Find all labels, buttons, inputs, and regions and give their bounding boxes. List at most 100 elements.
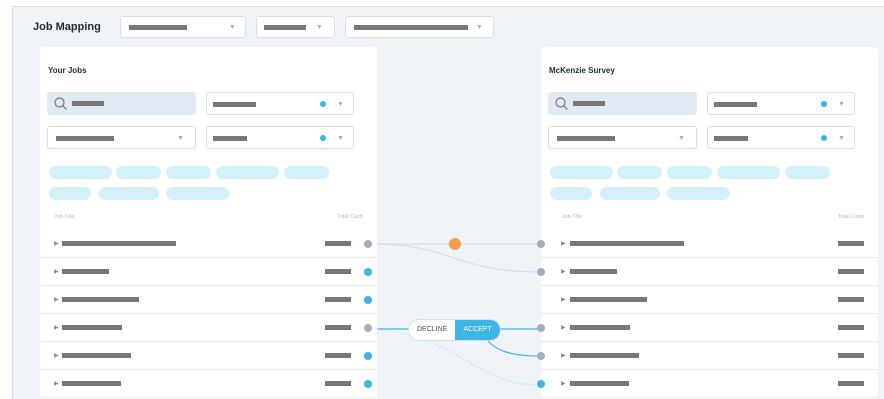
caret-right-icon[interactable]: ▶ bbox=[54, 352, 59, 359]
redacted-text bbox=[570, 297, 647, 302]
search-input[interactable] bbox=[47, 92, 196, 115]
status-dot bbox=[821, 101, 827, 107]
redacted-text bbox=[838, 353, 864, 358]
filter-chip[interactable] bbox=[216, 166, 279, 179]
caret-right-icon[interactable]: ▶ bbox=[561, 296, 566, 303]
filter-chip[interactable] bbox=[99, 187, 159, 200]
chevron-down-icon: ▼ bbox=[337, 135, 344, 142]
redacted-text bbox=[325, 241, 351, 246]
filter-chip[interactable] bbox=[116, 166, 161, 179]
table-row[interactable]: ▶ bbox=[541, 342, 878, 370]
filter-chip[interactable] bbox=[49, 166, 112, 179]
column-header-job-title[interactable]: Job Title bbox=[562, 214, 582, 220]
redacted-text bbox=[570, 241, 684, 246]
search-input[interactable] bbox=[548, 92, 697, 115]
filter-select[interactable]: ▼ bbox=[707, 92, 855, 115]
filter-chip[interactable] bbox=[166, 166, 211, 179]
row-connector-node[interactable] bbox=[364, 296, 372, 304]
filter-chip[interactable] bbox=[717, 166, 780, 179]
mckenzie-survey-panel: McKenzie Survey ▼ ▼ ▼ Job Title Total Ca… bbox=[537, 47, 878, 399]
redacted-text bbox=[570, 353, 639, 358]
filter-chip[interactable] bbox=[667, 187, 730, 200]
table-row[interactable]: ▶ bbox=[541, 286, 878, 314]
redacted-text bbox=[570, 269, 617, 274]
filter-select[interactable]: ▼ bbox=[206, 92, 354, 115]
table-row[interactable]: ▶ bbox=[40, 370, 377, 398]
redacted-text bbox=[213, 102, 256, 107]
column-header-total-cash[interactable]: Total Cash bbox=[337, 214, 363, 220]
redacted-text bbox=[714, 136, 748, 141]
row-connector-node[interactable] bbox=[364, 240, 372, 248]
redacted-text bbox=[838, 325, 864, 330]
chevron-down-icon: ▼ bbox=[337, 101, 344, 108]
search-icon bbox=[54, 97, 67, 110]
table-row[interactable]: ▶ bbox=[541, 314, 878, 342]
row-connector-node[interactable] bbox=[364, 268, 372, 276]
filter-chip[interactable] bbox=[550, 187, 592, 200]
caret-right-icon[interactable]: ▶ bbox=[54, 240, 59, 247]
search-icon bbox=[555, 97, 568, 110]
redacted-text bbox=[62, 241, 176, 246]
status-dot bbox=[821, 135, 827, 141]
decline-button[interactable]: DECLINE bbox=[409, 320, 456, 340]
redacted-text bbox=[838, 381, 864, 386]
filter-chip[interactable] bbox=[284, 166, 329, 179]
column-header-job-title[interactable]: Job Title bbox=[54, 214, 74, 220]
caret-right-icon[interactable]: ▶ bbox=[561, 324, 566, 331]
table-row[interactable]: ▶ bbox=[541, 370, 878, 398]
caret-right-icon[interactable]: ▶ bbox=[561, 380, 566, 387]
caret-right-icon[interactable]: ▶ bbox=[561, 240, 566, 247]
panel-title: Your Jobs bbox=[48, 66, 87, 75]
redacted-text bbox=[838, 241, 864, 246]
redacted-text bbox=[714, 102, 757, 107]
caret-right-icon[interactable]: ▶ bbox=[54, 324, 59, 331]
status-dot bbox=[320, 135, 326, 141]
status-dot bbox=[320, 101, 326, 107]
column-header-total-cash[interactable]: Total Cash bbox=[838, 214, 864, 220]
row-connector-node[interactable] bbox=[537, 324, 545, 332]
table-row[interactable]: ▶ bbox=[40, 314, 377, 342]
redacted-text bbox=[325, 297, 351, 302]
filter-select[interactable]: ▼ bbox=[548, 126, 697, 149]
row-connector-node[interactable] bbox=[537, 380, 545, 388]
accept-button[interactable]: ACCEPT bbox=[455, 320, 500, 340]
panel-title: McKenzie Survey bbox=[549, 66, 615, 75]
filter-chip[interactable] bbox=[600, 187, 660, 200]
filter-chip[interactable] bbox=[785, 166, 830, 179]
filter-chip[interactable] bbox=[617, 166, 662, 179]
redacted-text bbox=[62, 381, 121, 386]
caret-right-icon[interactable]: ▶ bbox=[54, 296, 59, 303]
filter-select[interactable]: ▼ bbox=[47, 126, 196, 149]
filter-select[interactable]: ▼ bbox=[206, 126, 354, 149]
row-connector-node[interactable] bbox=[537, 240, 545, 248]
table-row[interactable]: ▶ bbox=[40, 230, 377, 258]
table-row[interactable]: ▶ bbox=[40, 342, 377, 370]
mapping-highlight-node[interactable] bbox=[449, 238, 461, 250]
redacted-text bbox=[325, 353, 351, 358]
filter-chip[interactable] bbox=[49, 187, 91, 200]
row-connector-node[interactable] bbox=[364, 380, 372, 388]
caret-right-icon[interactable]: ▶ bbox=[54, 268, 59, 275]
row-connector-node[interactable] bbox=[537, 352, 545, 360]
caret-right-icon[interactable]: ▶ bbox=[54, 380, 59, 387]
table-row[interactable]: ▶ bbox=[541, 258, 878, 286]
filter-chip[interactable] bbox=[166, 187, 229, 200]
redacted-text bbox=[62, 325, 122, 330]
caret-right-icon[interactable]: ▶ bbox=[561, 352, 566, 359]
filter-select[interactable]: ▼ bbox=[707, 126, 855, 149]
filter-chip[interactable] bbox=[550, 166, 613, 179]
caret-right-icon[interactable]: ▶ bbox=[561, 268, 566, 275]
row-connector-node[interactable] bbox=[364, 324, 372, 332]
redacted-text bbox=[838, 269, 864, 274]
your-jobs-panel: Your Jobs ▼ ▼ ▼ Job Title Total Cash ▶ ▶… bbox=[40, 47, 377, 399]
redacted-text bbox=[573, 101, 605, 106]
table-row[interactable]: ▶ bbox=[541, 230, 878, 258]
row-connector-node[interactable] bbox=[537, 268, 545, 276]
filter-chip[interactable] bbox=[667, 166, 712, 179]
chevron-down-icon: ▼ bbox=[838, 101, 845, 108]
chevron-down-icon: ▼ bbox=[678, 135, 685, 142]
table-row[interactable]: ▶ bbox=[40, 258, 377, 286]
table-row[interactable]: ▶ bbox=[40, 286, 377, 314]
redacted-text bbox=[62, 269, 109, 274]
row-connector-node[interactable] bbox=[364, 352, 372, 360]
